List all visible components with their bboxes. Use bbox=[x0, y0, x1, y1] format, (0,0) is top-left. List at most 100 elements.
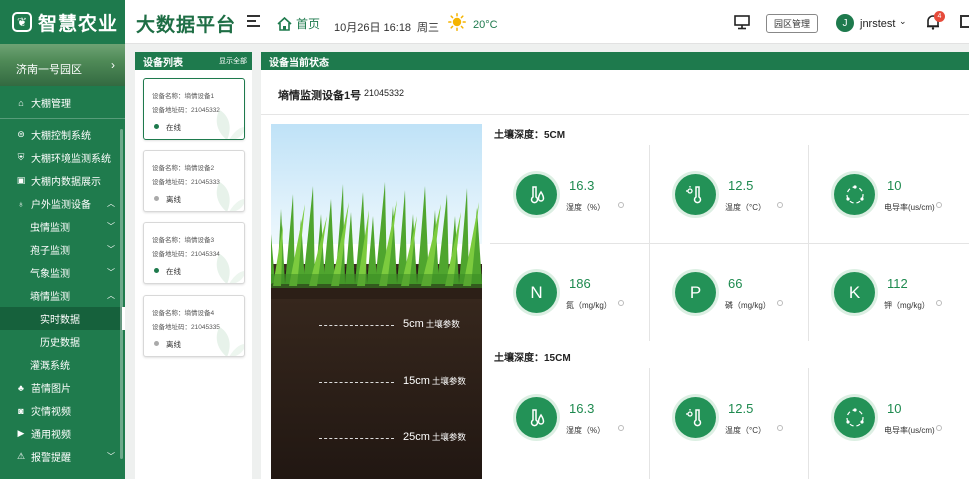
device-list-title: 设备列表 bbox=[143, 57, 183, 69]
sensor-value: 10 bbox=[887, 178, 902, 193]
weekday: 周三 bbox=[417, 22, 439, 34]
leaf-logo-icon: ❦ bbox=[12, 12, 32, 32]
chevron-down-icon: ﹀ bbox=[107, 452, 115, 461]
sidebar-scrollbar[interactable] bbox=[120, 129, 123, 459]
sidebar-item-spore-monitor[interactable]: 孢子监测 ﹀ bbox=[0, 238, 125, 261]
chevron-down-icon: ﹀ bbox=[107, 222, 115, 231]
sensor-value: 10 bbox=[887, 401, 902, 416]
sidebar-item-env-monitor[interactable]: ⛨ 大棚环境监测系统 bbox=[0, 146, 125, 169]
zoom-icon[interactable] bbox=[777, 300, 783, 306]
menu-toggle-icon[interactable] bbox=[247, 15, 260, 27]
fullscreen-icon[interactable] bbox=[960, 15, 969, 28]
sidebar-item-soil-monitor[interactable]: 墒情监测 ︿ bbox=[0, 284, 125, 307]
zoom-icon[interactable] bbox=[618, 425, 624, 431]
zoom-icon[interactable] bbox=[777, 425, 783, 431]
sidebar-item-greenhouse-control[interactable]: ⊜ 大棚控制系统 bbox=[0, 123, 125, 146]
sidebar-item-pest-monitor[interactable]: 虫情监测 ﹀ bbox=[0, 215, 125, 238]
device-name: 设备名称：墒情设备2 bbox=[152, 165, 215, 172]
warning-icon: ⚠ bbox=[16, 451, 26, 461]
sensor-value: 12.5 bbox=[728, 401, 754, 416]
status-badge: 离线 bbox=[166, 340, 181, 349]
device-name: 设备名称：墒情设备4 bbox=[152, 310, 215, 317]
sidebar-item-irrigation[interactable]: 灌溉系统 bbox=[0, 353, 125, 376]
device-list-panel: 设备列表 显示全部 设备名称：墒情设备1 设备地址码：21045332 在线 设… bbox=[135, 52, 252, 479]
sidebar-item-disaster-video[interactable]: ◙ 灾情视频 bbox=[0, 399, 125, 422]
divider bbox=[0, 118, 125, 119]
sensor-unit: 电导率(us/cm) bbox=[884, 426, 935, 435]
sidebar: 济南一号园区 › ⌂ 大棚管理 ⊜ 大棚控制系统 ⛨ 大棚环境监测系统 ▣ 大棚内数据展… bbox=[0, 44, 125, 479]
status-panel-title: 设备当前状态 bbox=[269, 57, 329, 69]
sidebar-item-outdoor-devices[interactable]: ♁ 户外监测设备 ︿ bbox=[0, 192, 125, 215]
sidebar-item-label: 大棚控制系统 bbox=[31, 131, 91, 142]
sidebar-item-general-video[interactable]: ▶ 通用视频 bbox=[0, 422, 125, 445]
park-selector[interactable]: 济南一号园区 › bbox=[0, 44, 125, 86]
sensor-unit: 氮（mg/kg） bbox=[566, 301, 612, 310]
park-name: 济南一号园区 bbox=[16, 64, 82, 76]
zoom-icon[interactable] bbox=[936, 202, 942, 208]
device-name: 设备名称：墒情设备3 bbox=[152, 237, 215, 244]
device-list-header: 设备列表 显示全部 bbox=[135, 52, 252, 70]
depth-line-15cm bbox=[319, 382, 394, 383]
sidebar-item-weather-monitor[interactable]: 气象监测 ﹀ bbox=[0, 261, 125, 284]
zoom-icon[interactable] bbox=[936, 300, 942, 306]
sidebar-item-greenhouse-manage[interactable]: ⌂ 大棚管理 bbox=[0, 91, 125, 114]
park-manage-button[interactable]: 园区管理 bbox=[766, 14, 819, 33]
username[interactable]: jnrstest bbox=[860, 18, 895, 30]
sensor-unit: 磷（mg/kg） bbox=[725, 301, 771, 310]
status-dot bbox=[154, 196, 159, 201]
home-link[interactable]: 首页 bbox=[277, 15, 320, 32]
logo-text: 智慧农业 bbox=[38, 13, 119, 35]
humidity-icon bbox=[516, 174, 557, 215]
zoom-icon[interactable] bbox=[936, 425, 942, 431]
zoom-icon[interactable] bbox=[618, 300, 624, 306]
device-card-1[interactable]: 设备名称：墒情设备1 设备地址码：21045332 在线 bbox=[143, 78, 245, 140]
depth-line-25cm bbox=[319, 438, 394, 439]
sidebar-item-realtime-data[interactable]: 实时数据 bbox=[0, 307, 125, 330]
sidebar-item-label: 墒情监测 bbox=[30, 292, 70, 303]
depth-label-15cm: 15cm 土壤参数 bbox=[403, 375, 466, 387]
chevron-down-icon[interactable]: ⌄ bbox=[899, 16, 907, 27]
sensor-unit: 电导率(us/cm) bbox=[884, 203, 935, 212]
thermometer-icon bbox=[675, 174, 716, 215]
device-card-3[interactable]: 设备名称：墒情设备3 设备地址码：21045334 在线 bbox=[143, 222, 245, 284]
chevron-up-icon: ︿ bbox=[107, 291, 115, 300]
sidebar-item-label: 大棚内数据展示 bbox=[31, 177, 101, 188]
status-dot bbox=[154, 268, 159, 273]
sidebar-item-history-data[interactable]: 历史数据 bbox=[0, 330, 125, 353]
notification-badge: 4 bbox=[934, 11, 945, 22]
temperature: 20°C bbox=[473, 19, 498, 31]
plant-icon: ♣ bbox=[18, 382, 24, 393]
avatar[interactable]: J bbox=[836, 14, 854, 32]
sidebar-item-label: 苗情图片 bbox=[31, 384, 71, 395]
sensor-grid-5cm: 16.3 湿度（%） 12.5 温度（°C） 10 电导率(us/cm) N 1… bbox=[490, 145, 969, 341]
sensor-cell-humidity: 16.3 湿度（%） bbox=[490, 368, 649, 466]
sensor-value: 12.5 bbox=[728, 178, 754, 193]
logo: ❦ 智慧农业 bbox=[0, 0, 125, 44]
sidebar-item-seedling-photos[interactable]: ♣ 苗情图片 bbox=[0, 376, 125, 399]
section-title-15cm: 土壤深度：15CM bbox=[494, 353, 571, 364]
status-badge: 在线 bbox=[166, 267, 181, 276]
control-icon: ⊜ bbox=[17, 129, 25, 139]
device-card-2[interactable]: 设备名称：墒情设备2 设备地址码：21045333 离线 bbox=[143, 150, 245, 212]
sensor-value: 16.3 bbox=[569, 178, 595, 193]
zoom-icon[interactable] bbox=[777, 202, 783, 208]
status-dot bbox=[154, 124, 159, 129]
sidebar-item-label: 孢子监测 bbox=[30, 246, 70, 257]
soil-image bbox=[271, 124, 482, 479]
doc-icon: ▣ bbox=[16, 175, 26, 185]
device-status-panel: 设备当前状态 墒情监测设备1号 21045332 5cm 土壤参数 15cm 土… bbox=[261, 52, 969, 479]
sidebar-item-alarm[interactable]: ⚠ 报警提醒 ﹀ bbox=[0, 445, 125, 468]
datetime: 10月26日 16:18 bbox=[334, 22, 412, 34]
sensor-unit: 钾（mg/kg） bbox=[884, 301, 930, 310]
zoom-icon[interactable] bbox=[618, 202, 624, 208]
soil-illustration: 5cm 土壤参数 15cm 土壤参数 25cm 土壤参数 bbox=[271, 124, 482, 479]
sensor-cell-temperature: 12.5 温度（°C） bbox=[649, 368, 808, 466]
status-panel-header: 设备当前状态 bbox=[261, 52, 969, 70]
device-card-4[interactable]: 设备名称：墒情设备4 设备地址码：21045335 离线 bbox=[143, 295, 245, 357]
monitor-icon[interactable] bbox=[734, 15, 750, 30]
leaf-icon bbox=[216, 326, 244, 356]
show-all-link[interactable]: 显示全部 bbox=[219, 56, 247, 66]
sidebar-item-data-display[interactable]: ▣ 大棚内数据展示 bbox=[0, 169, 125, 192]
sidebar-item-label: 历史数据 bbox=[40, 338, 80, 349]
camera-icon: ◙ bbox=[18, 405, 24, 416]
